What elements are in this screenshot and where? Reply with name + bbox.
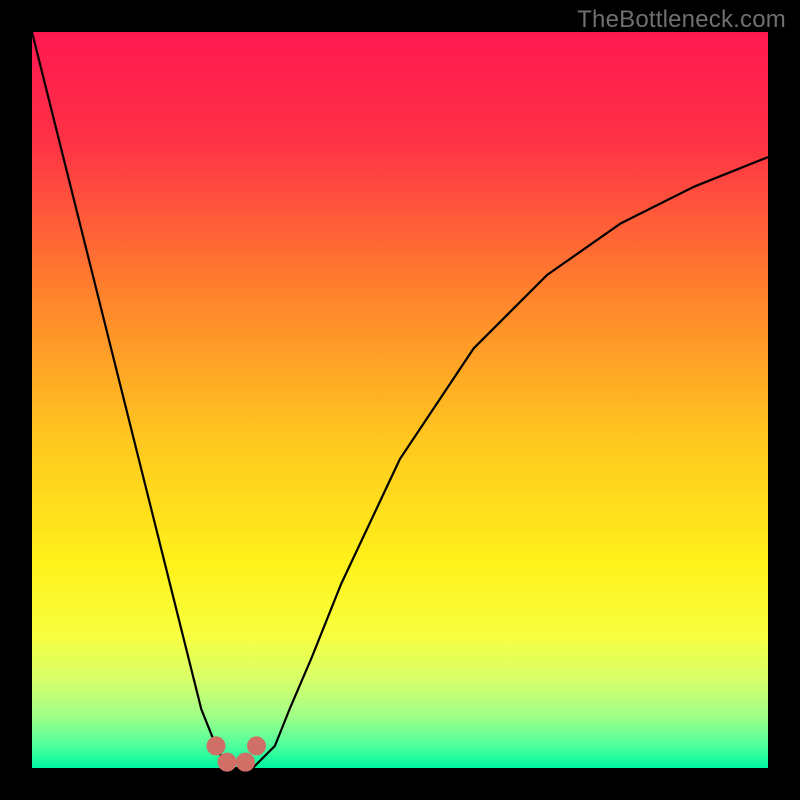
watermark-text: TheBottleneck.com [577,6,786,34]
min-marker-bottom-right [236,753,254,771]
plot-background [32,32,768,768]
min-marker-bottom-left [218,753,236,771]
min-marker-left [207,737,225,755]
min-marker-right [247,737,265,755]
chart-svg [0,0,800,800]
chart-canvas: TheBottleneck.com [0,0,800,800]
